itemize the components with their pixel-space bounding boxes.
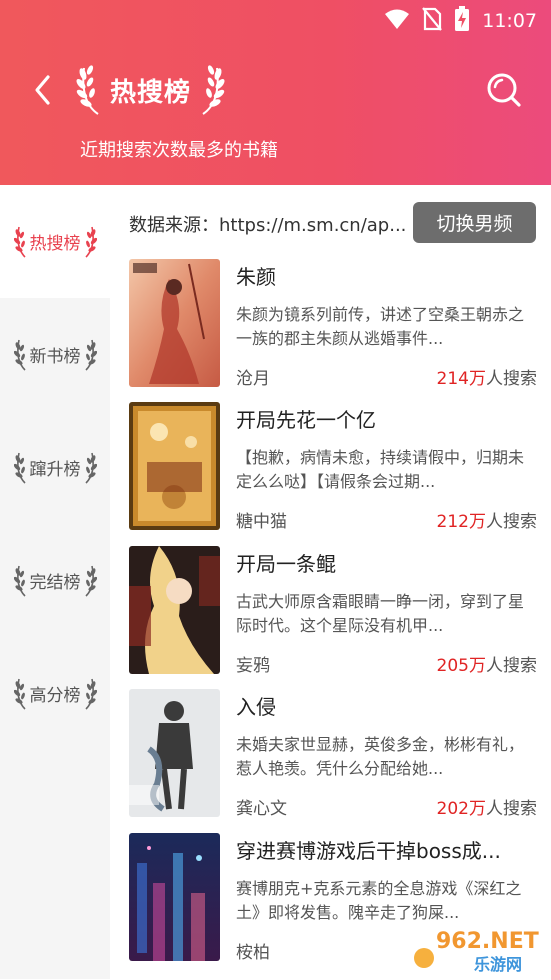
book-cover (129, 402, 220, 530)
sidebar-item-new-books[interactable]: 新书榜 (0, 298, 110, 411)
search-count-suffix: 人搜索 (486, 799, 537, 819)
back-button[interactable] (28, 70, 62, 110)
laurel-right-icon (84, 226, 97, 258)
sidebar-item-label: 新书榜 (29, 347, 81, 367)
sidebar-item-top-rated[interactable]: 高分榜 (0, 637, 110, 750)
book-description: 未婚夫家世显赫，英俊多金，彬彬有礼，惹人艳羡。凭什么分配给她... (236, 735, 525, 778)
search-count-suffix: 人搜索 (486, 369, 537, 389)
laurel-left-icon (13, 452, 26, 484)
book-item[interactable]: 开局先花一个亿 【抱歉，病情未愈，持续请假中，归期未定么么哒】【请假条会过期..… (129, 402, 537, 532)
laurel-right-icon (84, 452, 97, 484)
wifi-icon (384, 8, 410, 34)
book-author: 龚心文 (236, 799, 287, 819)
book-description: 朱颜为镜系列前传，讲述了空桑王朝赤之一族的郡主朱颜从逃婚事件... (236, 305, 525, 348)
book-item[interactable]: 开局一条鲲 古武大师原含霜眼睛一睁一闭，穿到了星际时代。这个星际没有机甲... … (129, 546, 537, 676)
book-list-panel: 数据来源：https://m.sm.cn/ap... 切换男频 朱颜 朱颜为镜系… (110, 185, 551, 979)
search-count: 205万人搜索 (437, 651, 537, 676)
search-count-suffix: 人搜索 (486, 512, 537, 532)
search-count-value: 202万 (436, 799, 486, 819)
book-author: 沧月 (236, 369, 270, 389)
book-item[interactable]: 入侵 未婚夫家世显赫，英俊多金，彬彬有礼，惹人艳羡。凭什么分配给她... 龚心文… (129, 689, 537, 819)
book-title: 朱颜 (236, 265, 276, 289)
laurel-right-icon (202, 65, 225, 115)
book-author: 妄鸦 (236, 656, 270, 676)
book-cover (129, 689, 220, 817)
laurel-left-icon (13, 678, 26, 710)
laurel-left-icon (13, 226, 26, 258)
laurel-left-icon (13, 339, 26, 371)
book-title: 入侵 (236, 695, 276, 719)
data-source-link[interactable]: 数据来源：https://m.sm.cn/ap... (129, 211, 409, 237)
laurel-right-icon (84, 678, 97, 710)
book-title: 穿进赛博游戏后干掉boss成... (236, 839, 501, 863)
status-bar: 11:07 (0, 0, 551, 38)
book-author: 糖中猫 (236, 512, 287, 532)
sidebar-item-label: 完结榜 (29, 573, 81, 593)
page-subtitle: 近期搜索次数最多的书籍 (80, 140, 278, 161)
search-icon (487, 73, 521, 107)
book-description: 【抱歉，病情未愈，持续请假中，归期未定么么哒】【请假条会过期... (236, 448, 525, 491)
no-sim-icon (422, 7, 443, 35)
search-count: 202万人搜索 (437, 794, 537, 819)
book-author: 桉柏 (236, 943, 270, 963)
sidebar-item-label: 热搜榜 (29, 234, 81, 254)
laurel-right-icon (84, 565, 97, 597)
battery-charging-icon (454, 6, 470, 36)
book-title: 开局一条鲲 (236, 552, 336, 576)
search-button[interactable] (484, 70, 524, 110)
header: 11:07 热搜榜 近期搜索次数最多的书籍 (0, 0, 551, 185)
sidebar-item-label: 高分榜 (29, 686, 81, 706)
laurel-right-icon (84, 339, 97, 371)
sidebar-item-completed[interactable]: 完结榜 (0, 524, 110, 637)
search-count: 214万人搜索 (437, 364, 537, 389)
search-count: 212万人搜索 (437, 507, 537, 532)
sidebar-item-rising[interactable]: 蹿升榜 (0, 411, 110, 524)
search-count-value: 212万 (436, 512, 486, 532)
sidebar-item-hot-search[interactable]: 热搜榜 (0, 185, 110, 298)
book-cover (129, 259, 220, 387)
svg-text:乐游网: 乐游网 (474, 955, 522, 974)
page-title: 热搜榜 (110, 77, 192, 108)
search-count-value: 205万 (436, 656, 486, 676)
search-count-value: 214万 (436, 369, 486, 389)
book-title: 开局先花一个亿 (236, 408, 376, 432)
book-cover (129, 546, 220, 674)
book-item[interactable]: 朱颜 朱颜为镜系列前传，讲述了空桑王朝赤之一族的郡主朱颜从逃婚事件... 沧月 … (129, 259, 537, 389)
book-description: 赛博朋克+克系元素的全息游戏《深红之土》即将发售。隗辛走了狗屎... (236, 879, 522, 922)
search-count-suffix: 人搜索 (486, 656, 537, 676)
sidebar-item-label: 蹿升榜 (29, 460, 81, 480)
laurel-left-icon (13, 565, 26, 597)
title-wreath: 热搜榜 (76, 62, 225, 118)
svg-text:962.NET: 962.NET (436, 929, 539, 954)
laurel-left-icon (76, 65, 99, 115)
watermark-logo: 962.NET 乐游网 (412, 922, 547, 976)
status-time: 11:07 (482, 10, 537, 32)
book-cover (129, 833, 220, 961)
switch-male-button[interactable]: 切换男频 (413, 202, 536, 243)
chevron-left-icon (35, 75, 50, 105)
sidebar: 热搜榜 新书榜 蹿升榜 完结榜 高分榜 (0, 185, 110, 979)
book-description: 古武大师原含霜眼睛一睁一闭，穿到了星际时代。这个星际没有机甲... (236, 592, 525, 635)
